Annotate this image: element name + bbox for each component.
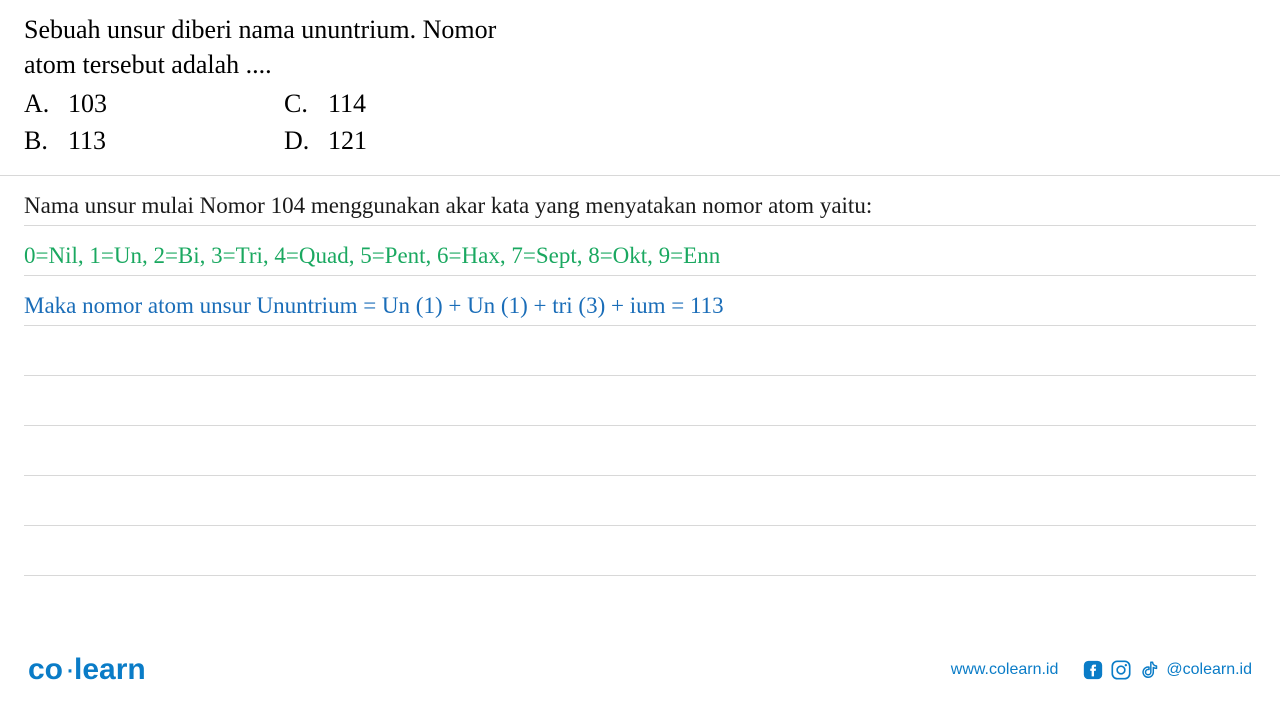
option-b-letter: B. [24, 123, 68, 159]
question-line-1: Sebuah unsur diberi nama ununtrium. Nomo… [24, 12, 1256, 47]
answer-line-2: 0=Nil, 1=Un, 2=Bi, 3=Tri, 4=Quad, 5=Pent… [24, 226, 1256, 276]
footer-right: www.colearn.id @colearn.id [951, 659, 1252, 681]
blank-line-1 [24, 326, 1256, 376]
option-a: A. 103 [24, 86, 284, 122]
logo-co: co [28, 653, 63, 686]
logo: co·learn [28, 653, 146, 687]
instagram-icon [1110, 659, 1132, 681]
option-a-letter: A. [24, 86, 68, 122]
answer-area: Nama unsur mulai Nomor 104 menggunakan a… [0, 175, 1280, 626]
option-b: B. 113 [24, 123, 284, 159]
option-c-value: 114 [328, 86, 366, 122]
option-d-value: 121 [328, 123, 367, 159]
option-a-value: 103 [68, 86, 107, 122]
logo-dot-icon: · [65, 653, 72, 686]
options-left-column: A. 103 B. 113 [24, 86, 284, 159]
options-container: A. 103 B. 113 C. 114 D. 121 [24, 86, 1256, 159]
tiktok-icon [1138, 659, 1160, 681]
website-url: www.colearn.id [951, 661, 1059, 679]
blank-line-2 [24, 376, 1256, 426]
socials: @colearn.id [1082, 659, 1252, 681]
social-handle: @colearn.id [1166, 661, 1252, 679]
option-d-letter: D. [284, 123, 328, 159]
blank-line-6 [24, 576, 1256, 626]
option-b-value: 113 [68, 123, 106, 159]
option-c: C. 114 [284, 86, 544, 122]
facebook-icon [1082, 659, 1104, 681]
blank-line-3 [24, 426, 1256, 476]
question-line-2: atom tersebut adalah .... [24, 47, 1256, 82]
blank-line-5 [24, 526, 1256, 576]
footer: co·learn www.colearn.id @colearn.id [0, 640, 1280, 720]
logo-learn: learn [74, 653, 146, 686]
options-right-column: C. 114 D. 121 [284, 86, 544, 159]
answer-line-1: Nama unsur mulai Nomor 104 menggunakan a… [24, 176, 1256, 226]
blank-line-4 [24, 476, 1256, 526]
option-d: D. 121 [284, 123, 544, 159]
option-c-letter: C. [284, 86, 328, 122]
question-area: Sebuah unsur diberi nama ununtrium. Nomo… [0, 0, 1280, 175]
answer-line-3: Maka nomor atom unsur Ununtrium = Un (1)… [24, 276, 1256, 326]
